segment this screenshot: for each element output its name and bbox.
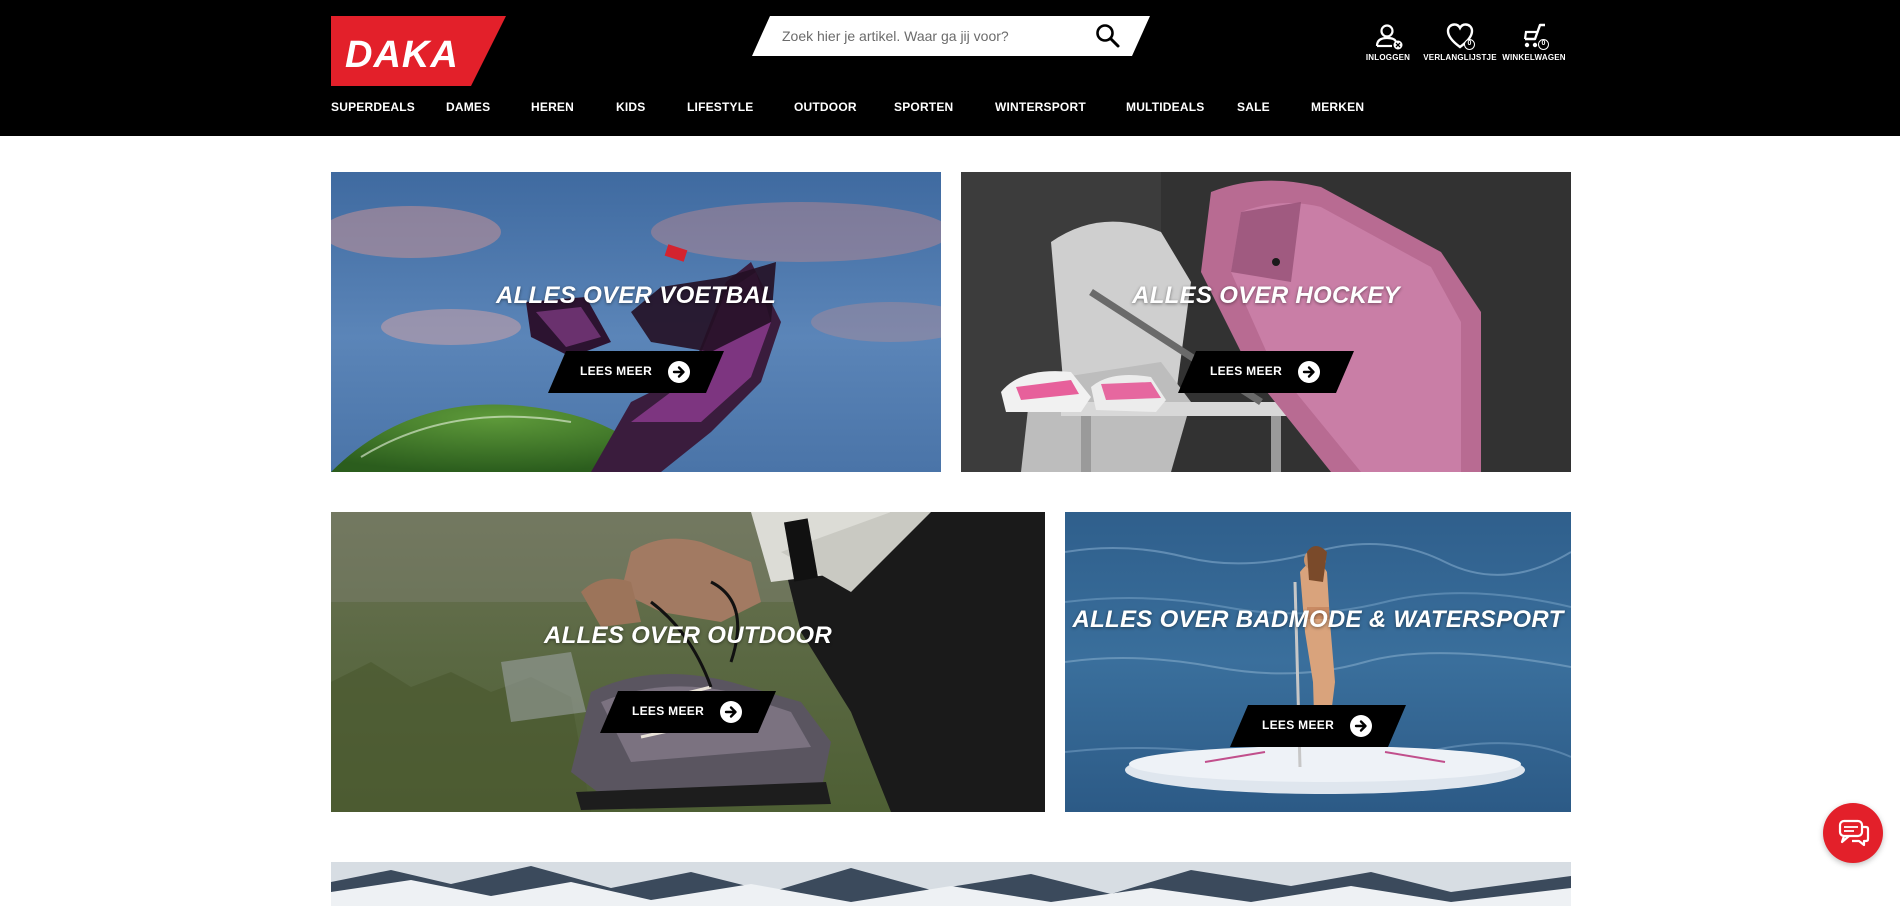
nav-item-kids[interactable]: KIDS bbox=[616, 100, 645, 114]
read-more-label: LEES MEER bbox=[1210, 364, 1283, 378]
search-bar bbox=[752, 16, 1150, 56]
tile-title: ALLES OVER BADMODE & WATERSPORT bbox=[1072, 606, 1564, 633]
nav-item-wintersport[interactable]: WINTERSPORT bbox=[995, 100, 1086, 114]
login-button[interactable]: INLOGGEN bbox=[1350, 22, 1426, 62]
cart-count-badge: 0 bbox=[1538, 39, 1549, 50]
paddleboard-image bbox=[1065, 512, 1571, 812]
read-more-label: LEES MEER bbox=[632, 704, 705, 718]
tile-title: ALLES OVER OUTDOOR bbox=[543, 622, 833, 649]
wishlist-button[interactable]: 0 VERLANGLIJSTJE bbox=[1422, 22, 1498, 62]
tile-badmode-watersport[interactable]: ALLES OVER BADMODE & WATERSPORT LEES MEE… bbox=[1065, 512, 1571, 812]
nav-item-heren[interactable]: HEREN bbox=[531, 100, 574, 114]
tile-title: ALLES OVER HOCKEY bbox=[1132, 282, 1400, 309]
hiking-shoe-image bbox=[331, 512, 1045, 812]
svg-text:DAKA: DAKA bbox=[345, 34, 459, 76]
nav-item-superdeals[interactable]: SUPERDEALS bbox=[331, 100, 415, 114]
cart-label: WINKELWAGEN bbox=[1502, 53, 1566, 62]
chat-button[interactable] bbox=[1823, 803, 1883, 863]
mountain-image bbox=[331, 862, 1571, 906]
wishlist-count-badge: 0 bbox=[1464, 39, 1475, 50]
site-header: DAKA INLOGGEN bbox=[0, 0, 1900, 136]
cart-icon: 0 bbox=[1519, 22, 1549, 50]
search-input[interactable] bbox=[782, 24, 1082, 48]
nav-item-merken[interactable]: MERKEN bbox=[1311, 100, 1364, 114]
nav-item-dames[interactable]: DAMES bbox=[446, 100, 490, 114]
search-icon[interactable] bbox=[1094, 22, 1122, 50]
football-boot-image bbox=[331, 172, 941, 472]
arrow-right-icon bbox=[720, 701, 742, 723]
read-more-label: LEES MEER bbox=[580, 364, 653, 378]
read-more-button[interactable]: LEES MEER bbox=[600, 691, 776, 733]
cart-button[interactable]: 0 WINKELWAGEN bbox=[1496, 22, 1572, 62]
nav-item-lifestyle[interactable]: LIFESTYLE bbox=[687, 100, 753, 114]
nav-item-outdoor[interactable]: OUTDOOR bbox=[794, 100, 857, 114]
login-label: INLOGGEN bbox=[1365, 53, 1411, 62]
read-more-button[interactable]: LEES MEER bbox=[1178, 351, 1354, 393]
chat-icon bbox=[1838, 819, 1870, 847]
tile-voetbal[interactable]: ALLES OVER VOETBAL LEES MEER bbox=[331, 172, 941, 472]
nav-item-multideals[interactable]: MULTIDEALS bbox=[1126, 100, 1204, 114]
user-icon bbox=[1373, 22, 1403, 50]
nav-item-sporten[interactable]: SPORTEN bbox=[894, 100, 953, 114]
wishlist-label: VERLANGLIJSTJE bbox=[1423, 53, 1497, 62]
heart-icon: 0 bbox=[1445, 22, 1475, 50]
header-actions: INLOGGEN 0 VERLANGLIJSTJE 0 WINKELWAGEN bbox=[1350, 22, 1572, 68]
read-more-button[interactable]: LEES MEER bbox=[1230, 705, 1406, 747]
arrow-right-icon bbox=[1350, 715, 1372, 737]
tile-outdoor[interactable]: ALLES OVER OUTDOOR LEES MEER bbox=[331, 512, 1045, 812]
arrow-right-icon bbox=[1298, 361, 1320, 383]
hockey-bag-image bbox=[961, 172, 1571, 472]
tile-title: ALLES OVER VOETBAL bbox=[495, 282, 777, 309]
arrow-right-icon bbox=[668, 361, 690, 383]
nav-item-sale[interactable]: SALE bbox=[1237, 100, 1270, 114]
tile-wintersport[interactable] bbox=[331, 862, 1571, 906]
read-more-label: LEES MEER bbox=[1262, 718, 1335, 732]
daka-logo[interactable]: DAKA bbox=[331, 16, 506, 86]
read-more-button[interactable]: LEES MEER bbox=[548, 351, 724, 393]
tile-hockey[interactable]: ALLES OVER HOCKEY LEES MEER bbox=[961, 172, 1571, 472]
